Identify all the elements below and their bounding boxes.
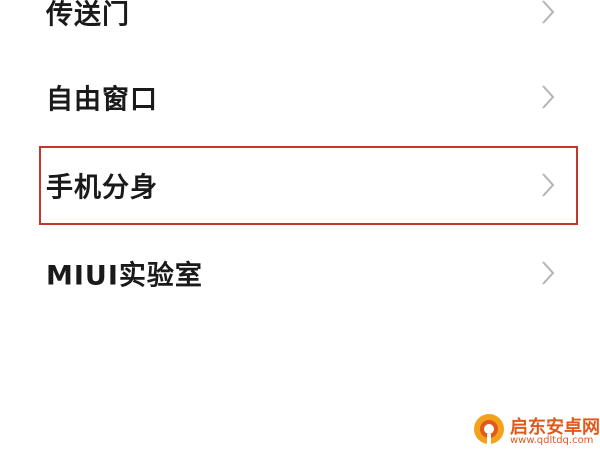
watermark: 启东安卓网 www.qdltdq.com [468, 408, 600, 450]
menu-item-label: MIUI实验室 [46, 260, 203, 292]
menu-item-label: 传送门 [46, 0, 130, 31]
chevron-right-icon [538, 259, 558, 287]
chevron-right-icon [538, 83, 558, 111]
logo-icon [472, 412, 506, 446]
menu-item-free-window[interactable]: 自由窗口 [0, 57, 600, 137]
highlight-box [39, 146, 578, 225]
menu-item-label: 自由窗口 [46, 84, 158, 116]
menu-item-portal[interactable]: 传送门 [0, 0, 600, 52]
chevron-right-icon [538, 0, 558, 26]
watermark-url: www.qdltdq.com [510, 435, 594, 446]
menu-item-miui-lab[interactable]: MIUI实验室 [0, 233, 600, 313]
